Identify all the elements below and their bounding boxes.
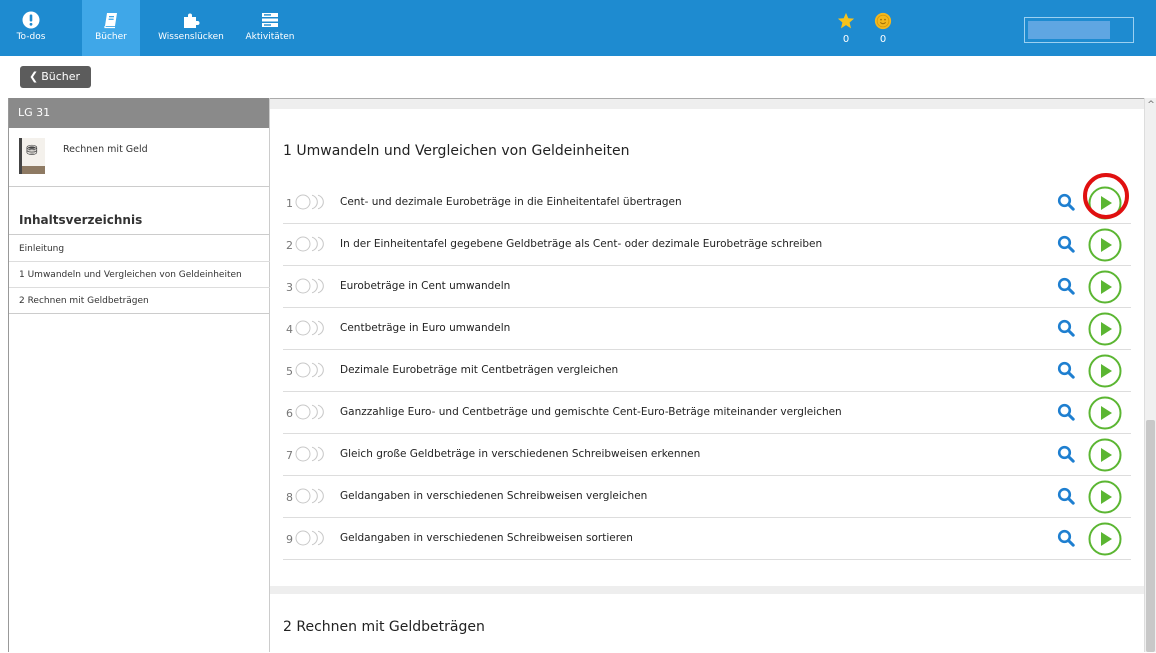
exercise-number: 5 — [286, 365, 293, 378]
section-title: 2 Rechnen mit Geldbeträgen — [283, 619, 485, 635]
play-icon[interactable] — [1088, 396, 1122, 430]
section-title: 1 Umwandeln und Vergleichen von Geldeinh… — [283, 143, 630, 159]
exercise-row[interactable]: 1 Cent- und dezimale Eurobeträge in die E… — [283, 173, 1131, 224]
star-score: 0 — [834, 12, 858, 45]
section-1-panel: 1 Umwandeln und Vergleichen von Geldeinh… — [270, 109, 1144, 586]
nav-books[interactable]: Bücher — [82, 0, 140, 56]
user-avatar-block — [1028, 21, 1110, 39]
exercise-number: 2 — [286, 239, 293, 252]
exercise-title: Gleich große Geldbeträge in verschiedene… — [340, 448, 701, 460]
nav-activities[interactable]: Aktivitäten — [240, 0, 300, 56]
toc-item-introduction[interactable]: Einleitung — [9, 236, 270, 262]
exercise-row[interactable]: 8 Geldangaben in verschiedenen Schreibwei… — [283, 476, 1131, 518]
nav-knowledge-gaps-label: Wissenslücken — [158, 32, 224, 42]
search-icon[interactable] — [1057, 277, 1075, 295]
exercise-title: Geldangaben in verschiedenen Schreibweis… — [340, 490, 648, 502]
book-cover-icon: ⛃ — [19, 138, 45, 174]
progress-toggle-icon — [295, 446, 324, 462]
exercise-title: Dezimale Eurobeträge mit Centbeträgen ve… — [340, 364, 619, 376]
exercise-row[interactable]: 6 Ganzzahlige Euro- und Centbeträge und g… — [283, 392, 1131, 434]
exercise-number: 8 — [286, 491, 293, 504]
search-icon[interactable] — [1057, 193, 1075, 211]
progress-toggle-icon — [295, 278, 324, 294]
scroll-up-arrow-icon[interactable]: ^ — [1146, 100, 1156, 110]
puzzle-icon — [184, 13, 200, 28]
play-icon[interactable] — [1088, 270, 1122, 304]
exercise-number: 6 — [286, 407, 293, 420]
top-nav-bar: To-dos Bücher Wissenslücken Aktivitäten … — [0, 0, 1156, 56]
progress-toggle-icon — [295, 530, 324, 546]
coins-icon: ⛃ — [26, 143, 38, 159]
star-icon — [837, 12, 855, 29]
play-icon[interactable] — [1088, 312, 1122, 346]
exercise-title: In der Einheitentafel gegebene Geldbeträ… — [340, 238, 823, 250]
exercise-row[interactable]: 5 Dezimale Eurobeträge mit Centbeträgen v… — [283, 350, 1131, 392]
search-icon[interactable] — [1057, 235, 1075, 253]
search-icon[interactable] — [1057, 487, 1075, 505]
smiley-coin-icon — [874, 12, 892, 30]
chevron-left-icon: ❮ — [29, 70, 39, 83]
book-entry[interactable]: ⛃ Rechnen mit Geld — [9, 128, 269, 187]
exercise-row[interactable]: 4 Centbeträge in Euro umwandeln — [283, 308, 1131, 350]
play-icon[interactable] — [1088, 354, 1122, 388]
coin-score: 0 — [871, 12, 895, 45]
play-icon[interactable] — [1088, 522, 1122, 556]
main-content: 1 Umwandeln und Vergleichen von Geldeinh… — [270, 98, 1144, 653]
search-icon[interactable] — [1057, 319, 1075, 337]
progress-toggle-icon — [295, 362, 324, 378]
exercise-title: Geldangaben in verschiedenen Schreibweis… — [340, 532, 633, 544]
scroll-thumb[interactable] — [1146, 420, 1155, 652]
sidebar: LG 31 ⛃ Rechnen mit Geld Inhaltsverzeich… — [8, 98, 270, 652]
exercise-number: 7 — [286, 449, 293, 462]
exercise-number: 4 — [286, 323, 293, 336]
exclamation-icon — [22, 11, 40, 29]
book-title: Rechnen mit Geld — [63, 144, 148, 155]
toc-heading: Inhaltsverzeichnis — [9, 213, 270, 235]
exercise-title: Cent- und dezimale Eurobeträge in die Ei… — [340, 196, 682, 208]
star-count: 0 — [842, 34, 850, 45]
search-icon[interactable] — [1057, 361, 1075, 379]
book-icon — [104, 13, 117, 29]
section-2-panel: 2 Rechnen mit Geldbeträgen — [270, 594, 1144, 653]
play-icon[interactable] — [1088, 480, 1122, 514]
nav-books-label: Bücher — [95, 32, 127, 42]
exercise-number: 9 — [286, 533, 293, 546]
toc-item-section-2[interactable]: 2 Rechnen mit Geldbeträgen — [9, 288, 270, 314]
progress-toggle-icon — [295, 194, 324, 210]
user-menu[interactable] — [1024, 17, 1134, 43]
scrollbar[interactable]: ^ — [1144, 98, 1156, 652]
exercise-title: Ganzzahlige Euro- und Centbeträge und ge… — [340, 406, 842, 418]
exercise-title: Eurobeträge in Cent umwandeln — [340, 280, 511, 292]
progress-toggle-icon — [295, 404, 324, 420]
exercise-row[interactable]: 7 Gleich große Geldbeträge in verschieden… — [283, 434, 1131, 476]
play-icon[interactable] — [1088, 186, 1122, 220]
progress-toggle-icon — [295, 236, 324, 252]
nav-todos-label: To-dos — [16, 32, 46, 42]
play-icon[interactable] — [1088, 228, 1122, 262]
list-icon — [262, 13, 278, 27]
exercise-number: 1 — [286, 197, 293, 210]
toc-item-section-1[interactable]: 1 Umwandeln und Vergleichen von Geldeinh… — [9, 262, 270, 288]
exercise-row[interactable]: 3 Eurobeträge in Cent umwandeln — [283, 266, 1131, 308]
nav-todos[interactable]: To-dos — [8, 0, 54, 56]
coin-count: 0 — [879, 34, 887, 45]
exercise-title: Centbeträge in Euro umwandeln — [340, 322, 511, 334]
exercise-row[interactable]: 2 In der Einheitentafel gegebene Geldbetr… — [283, 224, 1131, 266]
back-to-books-button[interactable]: ❮ Bücher — [20, 66, 91, 88]
search-icon[interactable] — [1057, 403, 1075, 421]
search-icon[interactable] — [1057, 529, 1075, 547]
nav-knowledge-gaps[interactable]: Wissenslücken — [150, 0, 232, 56]
search-icon[interactable] — [1057, 445, 1075, 463]
back-button-label: Bücher — [41, 70, 81, 83]
exercise-row[interactable]: 9 Geldangaben in verschiedenen Schreibwei… — [283, 518, 1131, 560]
exercise-number: 3 — [286, 281, 293, 294]
progress-toggle-icon — [295, 488, 324, 504]
nav-activities-label: Aktivitäten — [245, 32, 295, 42]
play-icon[interactable] — [1088, 438, 1122, 472]
sidebar-header: LG 31 — [9, 98, 269, 128]
progress-toggle-icon — [295, 320, 324, 336]
